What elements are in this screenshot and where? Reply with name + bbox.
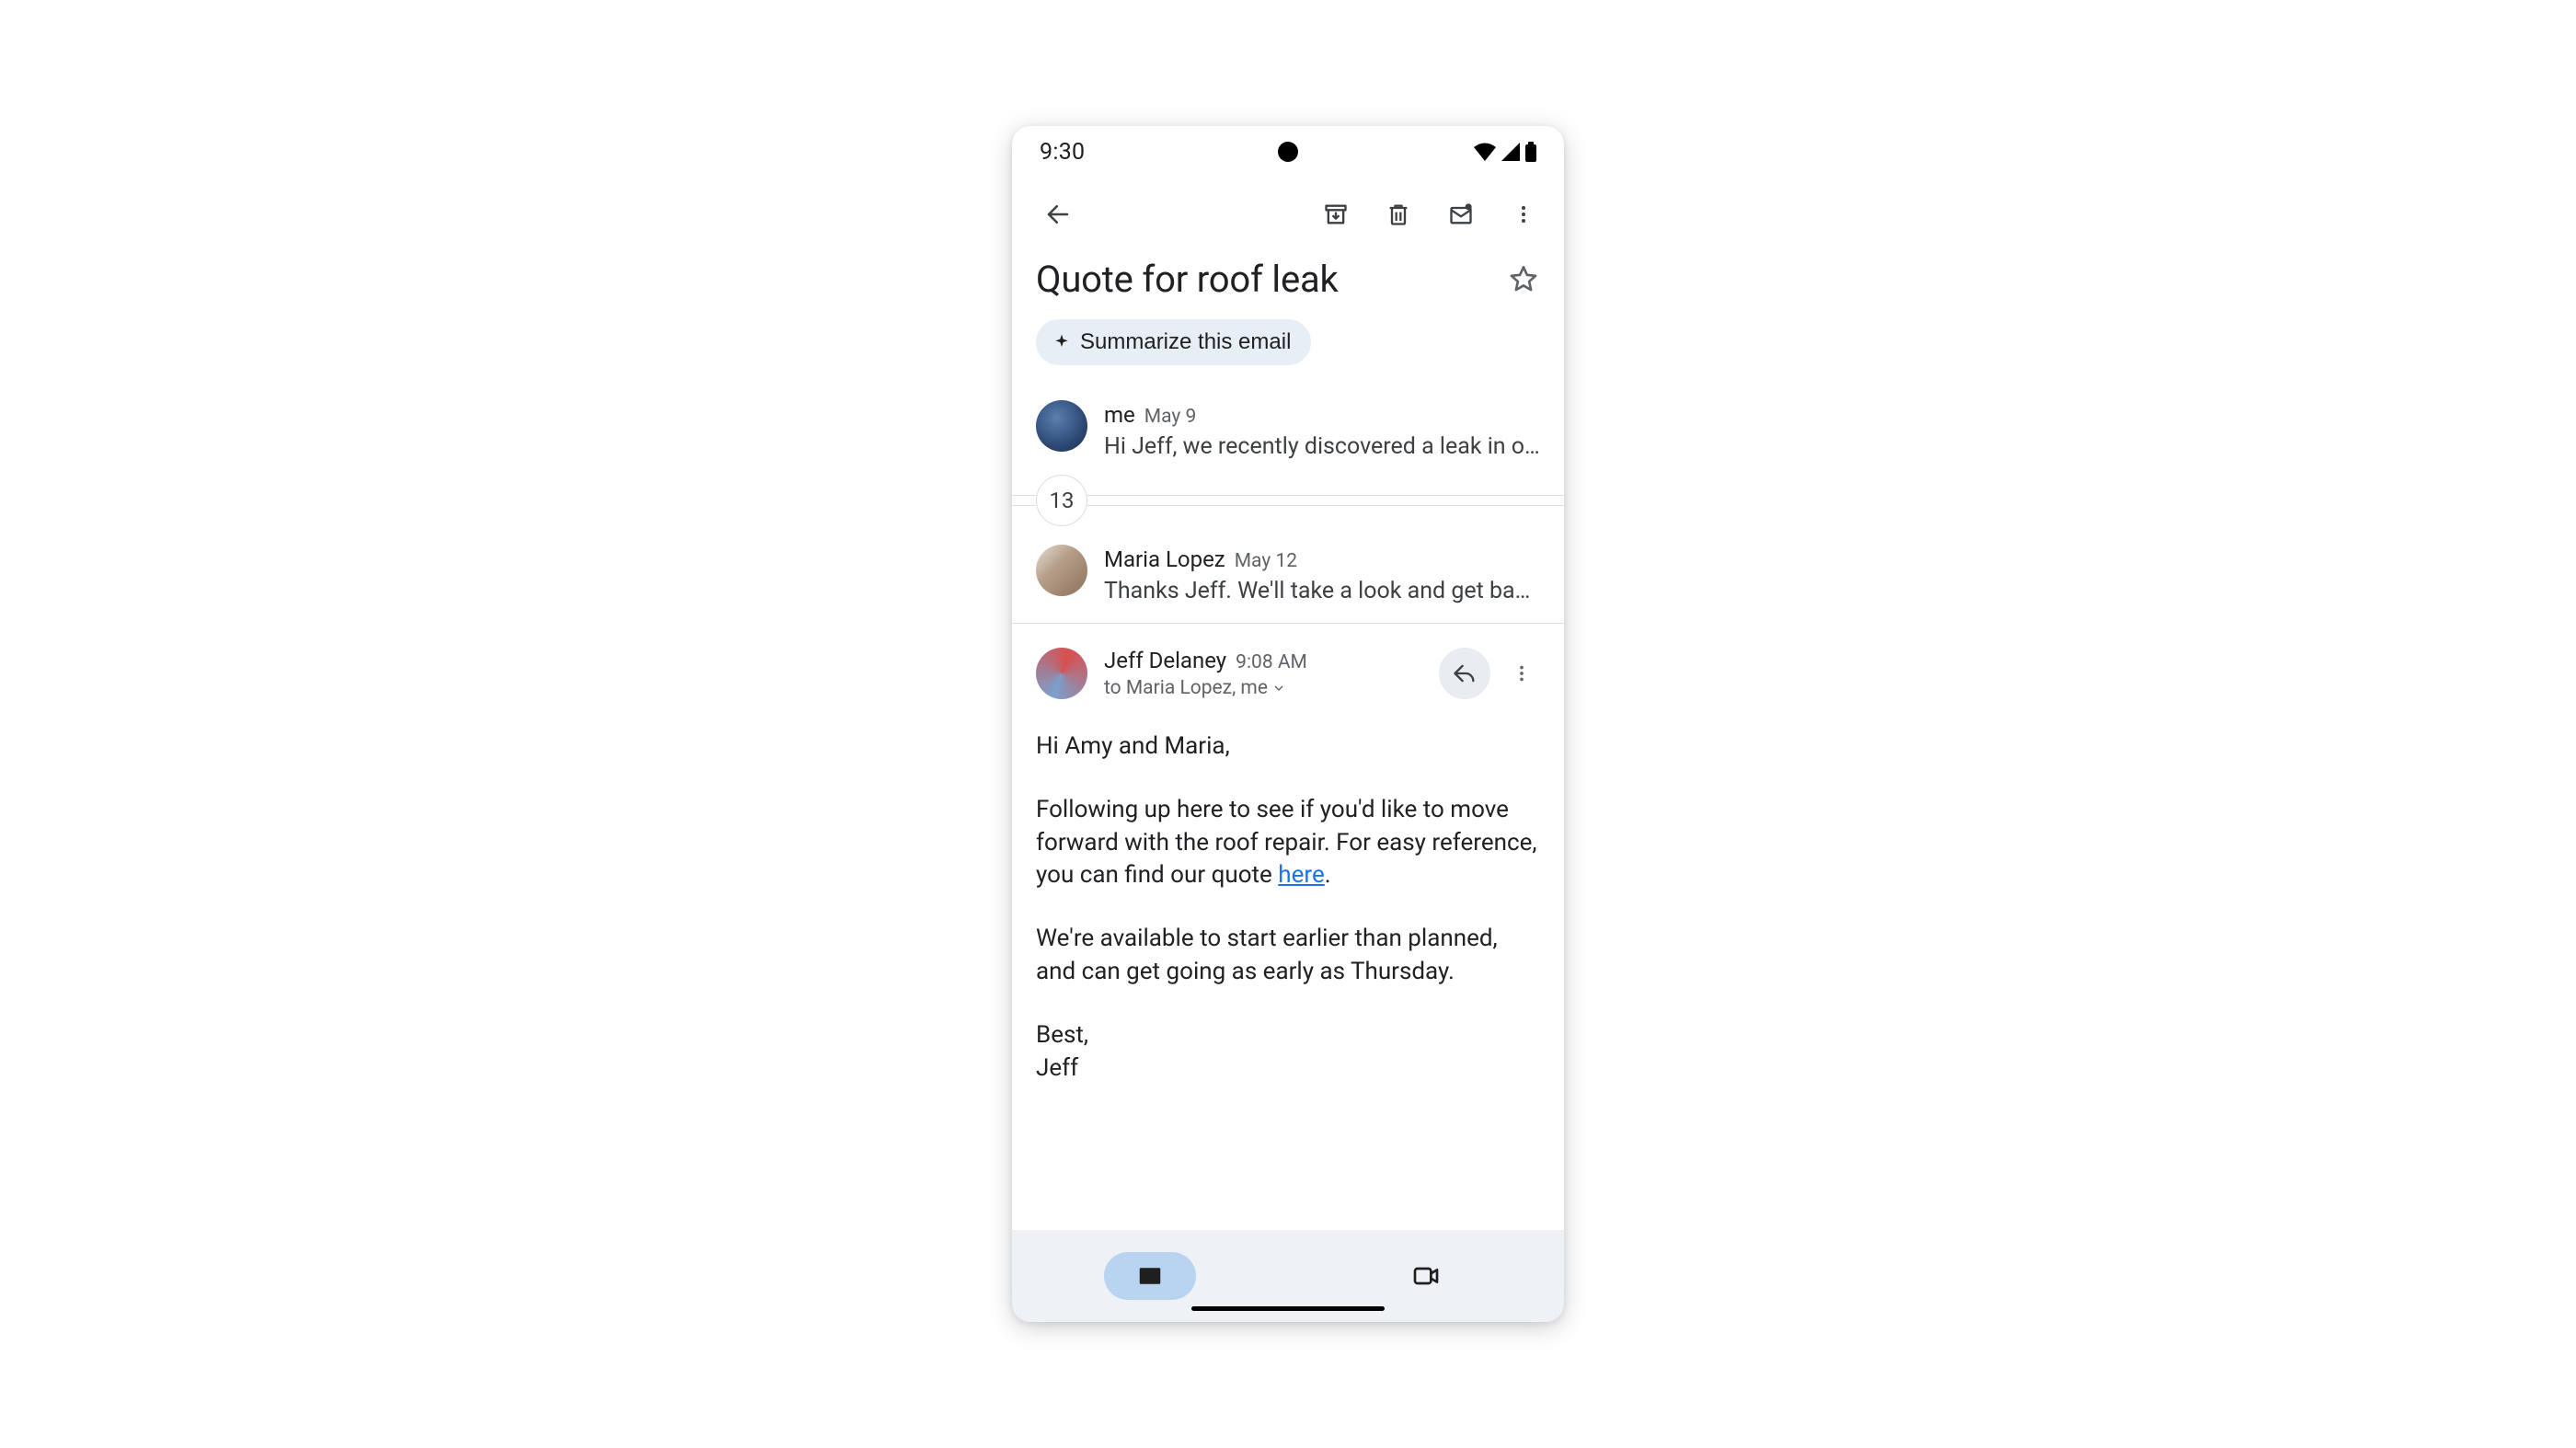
- status-icons: [1474, 142, 1536, 162]
- star-outline-icon: [1509, 264, 1538, 293]
- body-signoff: Best, Jeff: [1036, 1019, 1540, 1085]
- avatar[interactable]: [1036, 648, 1087, 699]
- recipients-text: to Maria Lopez, me: [1104, 677, 1268, 699]
- mark-unread-button[interactable]: [1439, 192, 1483, 236]
- message-more-button[interactable]: [1503, 655, 1540, 692]
- sparkle-icon: [1052, 333, 1071, 351]
- toolbar: [1012, 178, 1564, 251]
- more-button[interactable]: [1501, 192, 1546, 236]
- message-expanded-jeff: Jeff Delaney 9:08 AM to Maria Lopez, me: [1012, 624, 1564, 699]
- subject-row: Quote for roof leak: [1012, 251, 1564, 301]
- more-vertical-icon: [1512, 663, 1532, 684]
- front-camera-cutout: [1278, 142, 1298, 162]
- collapsed-count-divider[interactable]: 13: [1012, 486, 1564, 515]
- body-greeting: Hi Amy and Maria,: [1036, 730, 1540, 763]
- star-button[interactable]: [1501, 257, 1546, 301]
- wifi-icon: [1474, 143, 1496, 161]
- battery-icon: [1525, 142, 1536, 162]
- status-time: 9:30: [1040, 139, 1085, 166]
- chevron-down-icon: [1271, 681, 1286, 695]
- message-snippet: Hi Jeff, we recently discovered a leak i…: [1104, 433, 1540, 460]
- message-collapsed-maria[interactable]: Maria Lopez May 12 Thanks Jeff. We'll ta…: [1012, 523, 1564, 623]
- archive-icon: [1323, 201, 1349, 227]
- message-actions: [1439, 648, 1540, 699]
- back-button[interactable]: [1036, 192, 1080, 236]
- avatar: [1036, 545, 1087, 596]
- trash-icon: [1386, 201, 1411, 227]
- video-icon: [1411, 1261, 1441, 1291]
- message-date: May 9: [1144, 406, 1197, 428]
- recipients-line[interactable]: to Maria Lopez, me: [1104, 677, 1286, 699]
- body-paragraph-2: We're available to start earlier than pl…: [1036, 923, 1540, 988]
- home-indicator[interactable]: [1191, 1306, 1385, 1311]
- bottom-nav: [1012, 1230, 1564, 1322]
- summarize-label: Summarize this email: [1080, 329, 1291, 355]
- avatar: [1036, 400, 1087, 452]
- mail-filled-icon: [1136, 1262, 1164, 1290]
- collapsed-count-badge: 13: [1036, 475, 1087, 526]
- phone-frame: 9:30 Quote for r: [1012, 126, 1564, 1322]
- message-time: 9:08 AM: [1236, 651, 1307, 673]
- mail-unread-icon: [1448, 201, 1474, 227]
- quote-link[interactable]: here: [1278, 861, 1324, 889]
- email-subject: Quote for roof leak: [1036, 258, 1501, 301]
- sender-name: Maria Lopez: [1104, 546, 1225, 572]
- sender-name: Jeff Delaney: [1104, 648, 1226, 673]
- chip-row: Summarize this email: [1012, 301, 1564, 378]
- reply-icon: [1452, 661, 1478, 686]
- status-bar: 9:30: [1012, 126, 1564, 178]
- body-paragraph-1: Following up here to see if you'd like t…: [1036, 794, 1540, 891]
- more-vertical-icon: [1512, 203, 1535, 225]
- toolbar-actions: [1314, 192, 1546, 236]
- cellular-icon: [1501, 143, 1520, 161]
- nav-mail-pill: [1104, 1252, 1196, 1300]
- arrow-left-icon: [1044, 201, 1072, 228]
- message-snippet: Thanks Jeff. We'll take a look and get b…: [1104, 578, 1540, 604]
- message-body: Hi Amy and Maria, Following up here to s…: [1012, 699, 1564, 1121]
- reply-button[interactable]: [1439, 648, 1490, 699]
- message-collapsed-me[interactable]: me May 9 Hi Jeff, we recently discovered…: [1012, 378, 1564, 478]
- message-text: Maria Lopez May 12 Thanks Jeff. We'll ta…: [1104, 545, 1540, 604]
- delete-button[interactable]: [1376, 192, 1420, 236]
- summarize-chip[interactable]: Summarize this email: [1036, 319, 1311, 365]
- message-header[interactable]: Jeff Delaney 9:08 AM to Maria Lopez, me: [1104, 648, 1422, 699]
- message-date: May 12: [1235, 550, 1297, 572]
- archive-button[interactable]: [1314, 192, 1358, 236]
- sender-name: me: [1104, 402, 1135, 428]
- message-text: me May 9 Hi Jeff, we recently discovered…: [1104, 400, 1540, 460]
